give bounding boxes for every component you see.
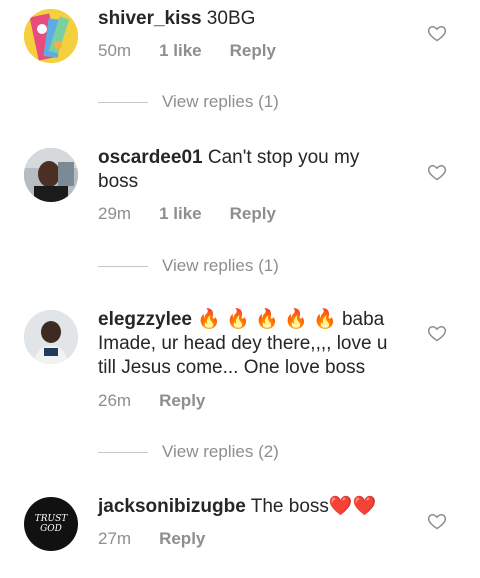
comment-username[interactable]: elegzzylee	[98, 309, 192, 330]
avatar[interactable]	[24, 148, 78, 202]
heart-emoji: ❤️❤️	[328, 496, 377, 517]
heart-outline-icon[interactable]	[427, 323, 447, 343]
view-replies-label[interactable]: View replies (1)	[162, 92, 279, 112]
avatar-image	[24, 148, 78, 202]
heart-outline-icon[interactable]	[427, 23, 447, 43]
avatar-image	[24, 9, 78, 63]
comment-item: TRUST GOD jacksonibizugbe The boss❤️❤️ 2…	[0, 485, 480, 578]
comment-text: jacksonibizugbe The boss❤️❤️	[98, 495, 398, 519]
comment-text: shiver_kiss 30BG	[98, 7, 398, 31]
comment-username[interactable]: shiver_kiss	[98, 8, 202, 29]
divider-line	[98, 101, 148, 103]
view-replies[interactable]: View replies (1)	[98, 92, 279, 112]
reply-button[interactable]: Reply	[230, 204, 276, 224]
comment-meta: 50m 1 like Reply	[98, 41, 276, 61]
heart-outline-icon[interactable]	[427, 162, 447, 182]
reply-button[interactable]: Reply	[230, 41, 276, 61]
comment-username[interactable]: jacksonibizugbe	[98, 496, 246, 517]
comment-time: 50m	[98, 41, 132, 60]
reply-button[interactable]: Reply	[159, 391, 205, 411]
divider-line	[98, 265, 148, 267]
likes-count[interactable]: 1 like	[159, 204, 202, 224]
comment-meta: 29m 1 like Reply	[98, 204, 276, 224]
heart-outline-icon[interactable]	[427, 511, 447, 531]
comment-item: oscardee01 Can't stop you my boss 29m 1 …	[0, 140, 480, 300]
comment-meta: 27m Reply	[98, 529, 205, 549]
comment-text: oscardee01 Can't stop you my boss	[98, 146, 398, 194]
reply-button[interactable]: Reply	[159, 529, 205, 549]
likes-count[interactable]: 1 like	[159, 41, 202, 61]
view-replies-label[interactable]: View replies (2)	[162, 442, 279, 462]
avatar-image	[24, 310, 78, 364]
fire-emoji: 🔥 🔥 🔥 🔥 🔥	[192, 309, 337, 330]
comment-text: elegzzylee 🔥 🔥 🔥 🔥 🔥 baba Imade, ur head…	[98, 308, 398, 380]
comment-item: elegzzylee 🔥 🔥 🔥 🔥 🔥 baba Imade, ur head…	[0, 300, 480, 485]
comment-time: 27m	[98, 529, 132, 548]
view-replies[interactable]: View replies (2)	[98, 442, 279, 462]
comment-username[interactable]: oscardee01	[98, 147, 203, 168]
comment-time: 26m	[98, 391, 132, 410]
view-replies[interactable]: View replies (1)	[98, 256, 279, 276]
avatar[interactable]	[24, 9, 78, 63]
avatar[interactable]: TRUST GOD	[24, 497, 78, 551]
comment-body: 30BG	[201, 8, 256, 29]
comment-meta: 26m Reply	[98, 391, 205, 411]
view-replies-label[interactable]: View replies (1)	[162, 256, 279, 276]
divider-line	[98, 451, 148, 453]
comment-item: shiver_kiss 30BG 50m 1 like Reply View r…	[0, 0, 480, 140]
comment-time: 29m	[98, 204, 132, 223]
avatar[interactable]	[24, 310, 78, 364]
comment-body: The boss	[245, 496, 329, 517]
avatar-logo-text: TRUST GOD	[34, 514, 68, 534]
